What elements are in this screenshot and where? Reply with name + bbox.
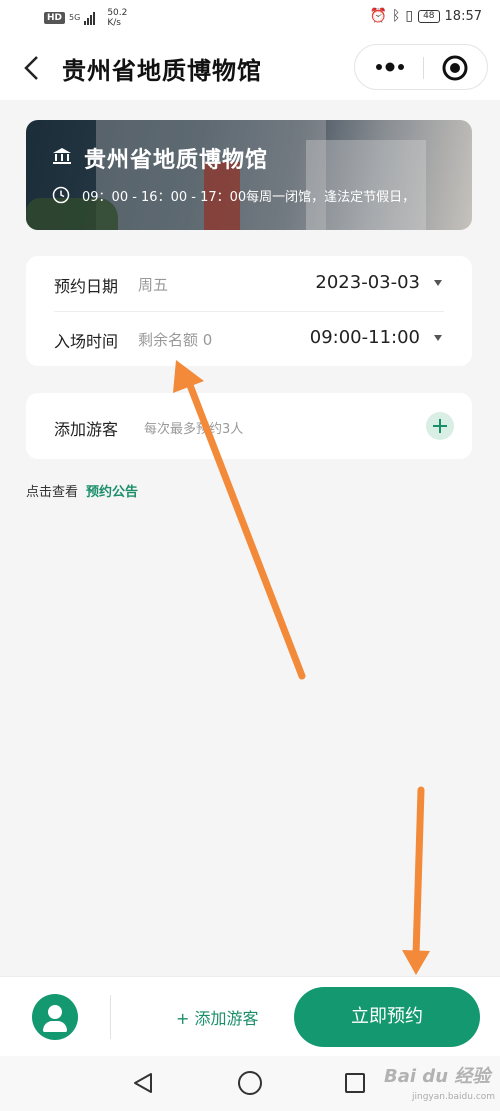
announcement-link[interactable]: 预约公告 <box>86 485 138 500</box>
dropdown-caret-icon <box>434 280 442 286</box>
add-visitor-button[interactable]: + 添加游客 <box>176 1005 259 1029</box>
date-row[interactable]: 预约日期 周五 2023-03-03 <box>26 256 472 312</box>
close-mini-program-button[interactable] <box>441 54 469 82</box>
annotation-arrowhead-down <box>402 950 430 975</box>
system-back-icon[interactable] <box>132 1072 154 1094</box>
reserve-now-button[interactable]: 立即预约 <box>294 987 480 1047</box>
alarm-icon: ⏰ <box>369 8 387 24</box>
back-button[interactable] <box>18 52 46 84</box>
capsule-divider <box>423 57 424 79</box>
mini-program-capsule <box>354 44 488 90</box>
time-slot-value[interactable]: 09:00-11:00 <box>310 327 420 348</box>
net-speed-unit: K/s <box>107 18 121 28</box>
status-right: ⏰ ᛒ ▯ 48 18:57 <box>370 8 482 24</box>
dropdown-caret-icon <box>434 335 442 341</box>
signal-icon <box>84 11 96 25</box>
time-label: 入场时间 <box>54 332 119 351</box>
net-speed: 50.2 K/s <box>107 8 127 28</box>
vibrate-icon: ▯ <box>405 8 414 24</box>
system-recent-apps-icon[interactable] <box>345 1073 365 1093</box>
notice-prefix: 点击查看 <box>26 485 79 500</box>
museum-banner: 贵州省地质博物馆 09：00 - 16：00 - 17：00每周一闭馆，逢法定节… <box>26 120 472 230</box>
time-row[interactable]: 入场时间 剩余名额 0 09:00-11:00 <box>26 311 472 366</box>
status-left: HD 5G 50.2 K/s <box>44 8 127 28</box>
add-visitor-card[interactable]: 添加游客 每次最多预约3人 <box>26 393 472 459</box>
hd-badge: HD <box>44 12 66 24</box>
notice-line: 点击查看 预约公告 <box>26 481 138 500</box>
max-visitors-hint: 每次最多预约3人 <box>144 422 244 437</box>
reservation-form: 预约日期 周五 2023-03-03 入场时间 剩余名额 0 09:00-11:… <box>26 256 472 366</box>
bottom-divider <box>110 995 111 1039</box>
net-speed-value: 50.2 <box>107 8 128 18</box>
add-visitor-plus-icon[interactable] <box>426 412 454 440</box>
museum-icon <box>53 148 71 164</box>
system-home-icon[interactable] <box>238 1071 262 1095</box>
date-label: 预约日期 <box>54 277 119 296</box>
watermark-logo: Bai du 经验 <box>384 1066 491 1087</box>
weekday-hint: 周五 <box>138 276 169 294</box>
bottom-action-bar: + 添加游客 立即预约 <box>0 976 500 1056</box>
add-visitor-label: 添加游客 <box>54 420 119 439</box>
date-value[interactable]: 2023-03-03 <box>315 272 420 293</box>
bluetooth-icon: ᛒ <box>391 8 401 24</box>
banner-title: 贵州省地质博物馆 <box>84 147 269 173</box>
remaining-quota: 剩余名额 0 <box>138 331 213 349</box>
clock-time: 18:57 <box>444 8 482 24</box>
battery-icon: 48 <box>418 9 440 23</box>
nav-bar: 贵州省地质博物馆 <box>0 36 500 100</box>
banner-building-shape <box>306 140 426 230</box>
clock-icon <box>52 186 70 204</box>
page-title: 贵州省地质博物馆 <box>62 56 262 85</box>
opening-hours: 09：00 - 16：00 - 17：00每周一闭馆，逢法定节假日， <box>82 190 416 205</box>
more-options-button[interactable] <box>373 53 407 81</box>
annotation-arrow-down <box>412 786 425 959</box>
user-avatar-icon[interactable] <box>32 994 78 1040</box>
status-bar: HD 5G 50.2 K/s ⏰ ᛒ ▯ 48 18:57 <box>0 0 500 36</box>
watermark-url: jingyan.baidu.com <box>412 1092 496 1102</box>
signal-label: 5G <box>69 13 81 22</box>
